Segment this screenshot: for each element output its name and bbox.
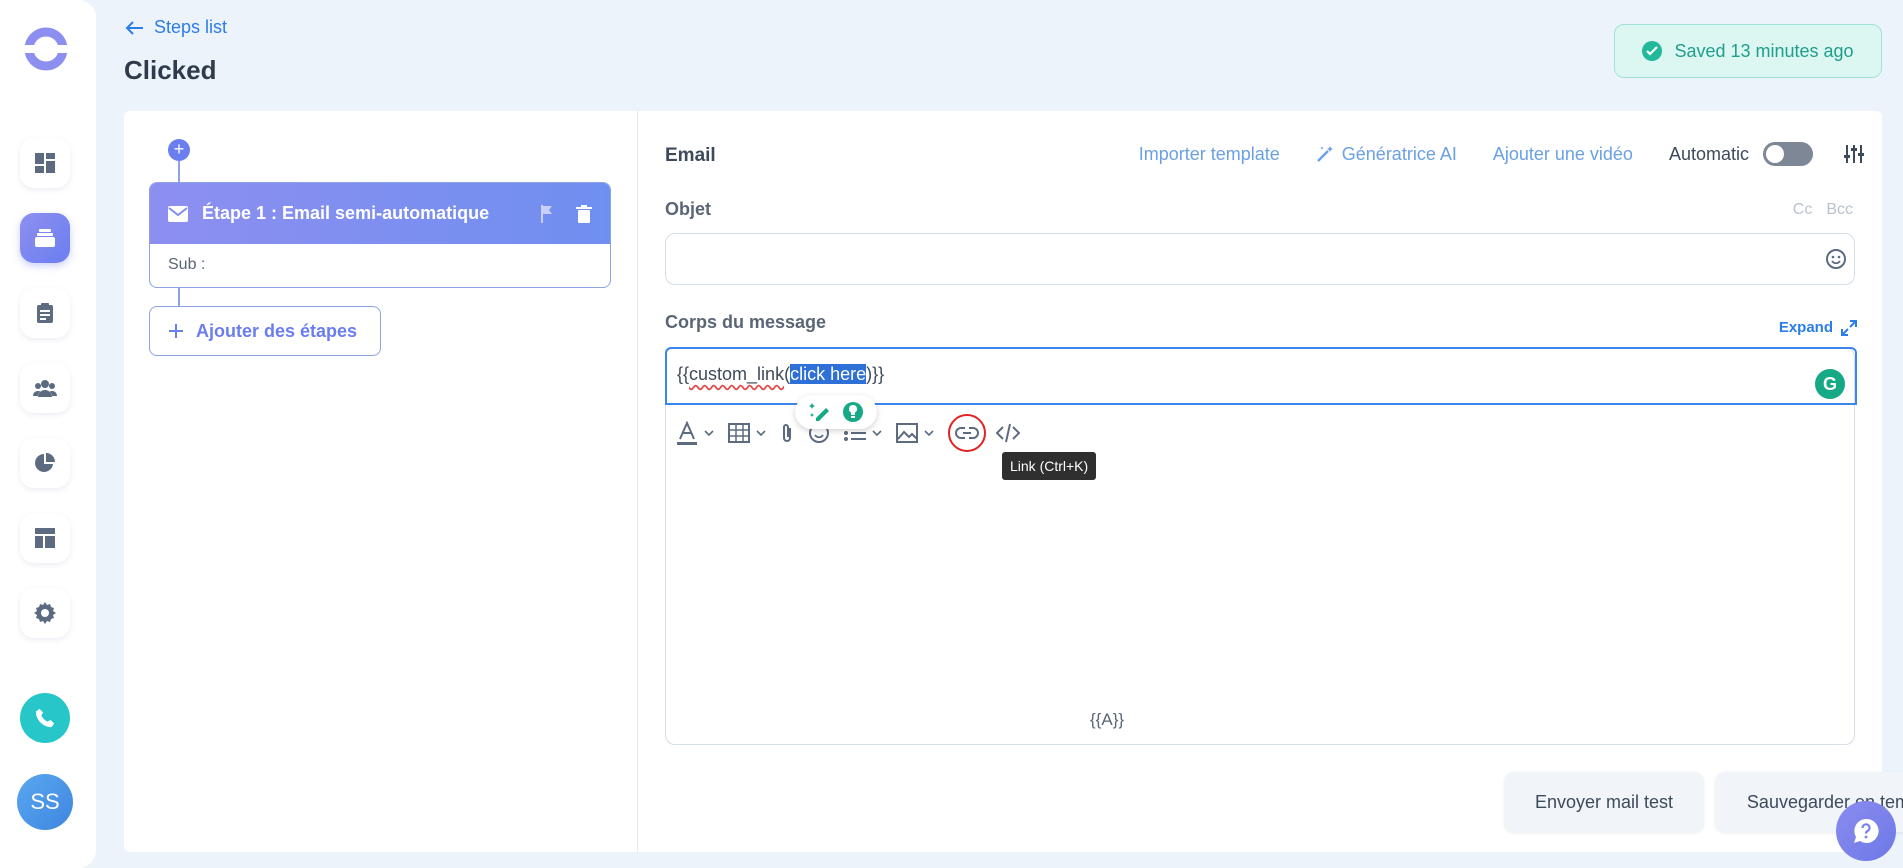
sidebar-item-contacts[interactable]: [20, 363, 70, 413]
flag-icon[interactable]: [540, 204, 554, 223]
arrow-left-icon: [125, 20, 143, 35]
email-section-label: Email: [665, 145, 716, 166]
code-view-tool[interactable]: [996, 423, 1020, 443]
step-subject-line: Sub :: [168, 256, 206, 273]
envelope-icon: [168, 205, 188, 222]
add-steps-label: Ajouter des étapes: [196, 320, 358, 341]
subject-input[interactable]: [665, 233, 1855, 285]
cc-bcc-links: Cc Bcc: [1793, 201, 1853, 219]
magic-wand-icon: [1316, 146, 1333, 162]
saved-status-badge: Saved 13 minutes ago: [1614, 24, 1882, 78]
grammarly-icon[interactable]: G: [1815, 369, 1845, 399]
plus-icon: [169, 324, 183, 338]
back-to-steps-list-link[interactable]: Steps list: [124, 17, 227, 38]
sidebar-item-tasks[interactable]: [20, 288, 70, 338]
image-tool[interactable]: [896, 423, 934, 443]
automatic-label: Automatic: [1668, 143, 1749, 164]
chevron-down-icon: [872, 430, 882, 436]
sidebar-item-settings[interactable]: [20, 588, 70, 638]
expand-label: Expand: [1778, 319, 1833, 336]
dashboard-icon: [35, 153, 55, 173]
table-icon: [728, 423, 750, 443]
phone-icon: [35, 708, 55, 728]
clipboard-icon: [37, 303, 53, 323]
ai-generator-link[interactable]: Génératrice AI: [1316, 144, 1457, 165]
phone-button[interactable]: [20, 693, 70, 743]
avatar[interactable]: SS: [17, 774, 73, 830]
lightbulb-icon: [842, 402, 863, 422]
paperclip-icon: [783, 424, 791, 442]
sequence-editor-card: + Étape 1 : Email semi-automatique Sub :…: [124, 111, 1903, 852]
selected-text[interactable]: click here: [790, 364, 867, 384]
trash-icon[interactable]: [576, 204, 592, 223]
body-suffix: )}}: [866, 364, 885, 384]
text-color-tool[interactable]: [676, 421, 714, 445]
email-editor-panel: Email Importer template Génératrice AI A…: [665, 111, 1903, 852]
chevron-down-icon: [756, 430, 766, 436]
sidebar-item-sequences[interactable]: [20, 213, 70, 263]
link-icon: [955, 427, 979, 439]
back-link-label: Steps list: [154, 17, 228, 37]
sidebar-item-dashboard[interactable]: [20, 138, 70, 188]
grammarly-suggestion-bubble[interactable]: [795, 395, 877, 429]
app-logo-icon[interactable]: [22, 25, 70, 73]
step-card[interactable]: Étape 1 : Email semi-automatique Sub :: [149, 182, 611, 288]
layout-icon: [35, 528, 55, 548]
bcc-link[interactable]: Bcc: [1826, 201, 1853, 219]
panel-divider: [637, 111, 638, 852]
chevron-down-icon: [924, 430, 934, 436]
body-function-name: custom_link: [689, 364, 785, 384]
attachment-tool[interactable]: [780, 422, 794, 444]
saved-status-text: Saved 13 minutes ago: [1674, 40, 1854, 61]
add-steps-button[interactable]: Ajouter des étapes: [149, 306, 381, 356]
pen-sparkle-icon: [808, 403, 829, 421]
gear-icon: [34, 602, 56, 624]
message-body-editor[interactable]: {{custom_link(click here)}} G Link (Ctrl…: [665, 347, 1857, 745]
import-template-link[interactable]: Importer template: [1139, 144, 1280, 165]
body-label: Corps du message: [665, 312, 827, 332]
cc-link[interactable]: Cc: [1793, 201, 1813, 219]
link-tooltip: Link (Ctrl+K): [1002, 452, 1097, 480]
chevron-down-icon: [704, 430, 714, 436]
sidebar-item-reports[interactable]: [20, 438, 70, 488]
send-test-mail-button[interactable]: Envoyer mail test: [1504, 772, 1704, 832]
text-color-icon: [677, 421, 697, 445]
insert-link-button[interactable]: [948, 414, 986, 452]
expand-icon: [1841, 319, 1857, 336]
contacts-icon: [33, 380, 57, 397]
subject-label: Objet: [665, 199, 712, 219]
variable-placeholder: {{A}}: [1090, 710, 1125, 729]
connector-line: [178, 161, 180, 182]
body-prefix: {{: [677, 364, 690, 384]
step-card-header: Étape 1 : Email semi-automatique: [150, 183, 610, 244]
expand-button[interactable]: Expand: [1779, 319, 1857, 336]
check-circle-icon: [1642, 41, 1663, 61]
page-title: Clicked: [124, 55, 217, 85]
email-top-toolbar: Importer template Génératrice AI Ajouter…: [1139, 139, 1865, 169]
sliders-icon[interactable]: [1843, 143, 1865, 165]
ai-generator-label: Génératrice AI: [1341, 143, 1457, 164]
step-title: Étape 1 : Email semi-automatique: [202, 203, 490, 223]
table-tool[interactable]: [728, 423, 766, 443]
code-icon: [996, 423, 1020, 443]
sidebar-item-templates[interactable]: [20, 513, 70, 563]
sidebar: SS: [0, 0, 96, 868]
help-chat-button[interactable]: [1836, 801, 1896, 861]
add-video-link[interactable]: Ajouter une vidéo: [1493, 144, 1633, 165]
help-question-icon: [1854, 818, 1879, 843]
connector-line: [178, 287, 180, 307]
pie-chart-icon: [35, 453, 55, 472]
automatic-toggle[interactable]: [1763, 142, 1813, 166]
add-step-top-button[interactable]: +: [168, 139, 190, 161]
sequences-icon: [35, 229, 55, 247]
emoji-icon[interactable]: [1825, 248, 1847, 270]
image-icon: [896, 423, 918, 443]
